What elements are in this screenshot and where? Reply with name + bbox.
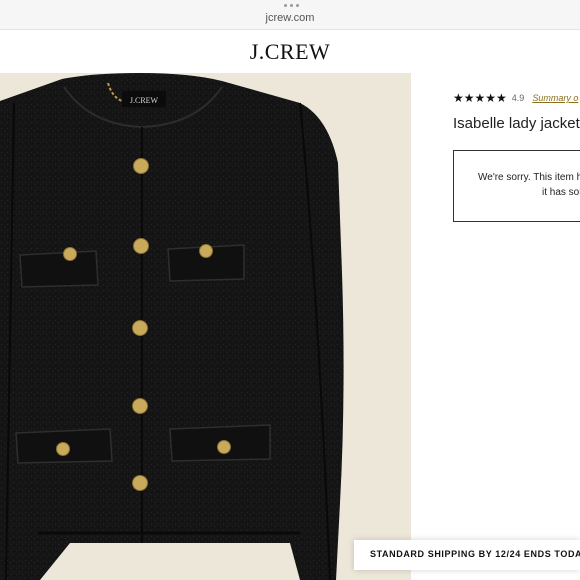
jacket-button — [132, 398, 148, 414]
jacket-button — [132, 475, 148, 491]
rating-row: ★★★★★ 4.9 Summary o — [453, 91, 578, 105]
product-image[interactable]: J.CREW — [0, 73, 411, 580]
product-info-panel: ★★★★★ 4.9 Summary o Isabelle lady jacket… — [411, 73, 580, 580]
star-icon: ★★★★★ — [453, 91, 507, 105]
jacket-button — [133, 238, 149, 254]
jacket-body — [0, 73, 344, 580]
jacket-label-text: J.CREW — [130, 96, 159, 105]
pocket-button — [63, 247, 77, 261]
product-title: Isabelle lady jacket — [453, 115, 580, 132]
shipping-promo-banner[interactable]: STANDARD SHIPPING BY 12/24 ENDS TODAY! C — [354, 540, 580, 570]
jacket-button — [132, 320, 148, 336]
pocket-button — [56, 442, 70, 456]
jcrew-logo[interactable]: J.CREW — [0, 39, 580, 65]
sold-out-message-line-1: We're sorry. This item h — [478, 172, 580, 183]
sold-out-notice: We're sorry. This item h it has sol — [453, 150, 580, 222]
pocket-flap-upper-left — [19, 250, 99, 288]
pocket-button — [217, 440, 231, 454]
browser-url-bar[interactable]: jcrew.com — [0, 0, 580, 30]
pocket-button — [199, 244, 213, 258]
site-header: J.CREW — [0, 30, 580, 73]
more-dots-icon[interactable] — [284, 4, 299, 7]
url-text[interactable]: jcrew.com — [0, 12, 580, 24]
jacket-button — [133, 158, 149, 174]
reviews-summary-link[interactable]: Summary o — [532, 93, 578, 103]
rating-value: 4.9 — [511, 93, 525, 103]
sold-out-message-line-2: it has sol — [542, 187, 580, 198]
shipping-promo-text: STANDARD SHIPPING BY 12/24 ENDS TODAY! C — [370, 549, 580, 559]
